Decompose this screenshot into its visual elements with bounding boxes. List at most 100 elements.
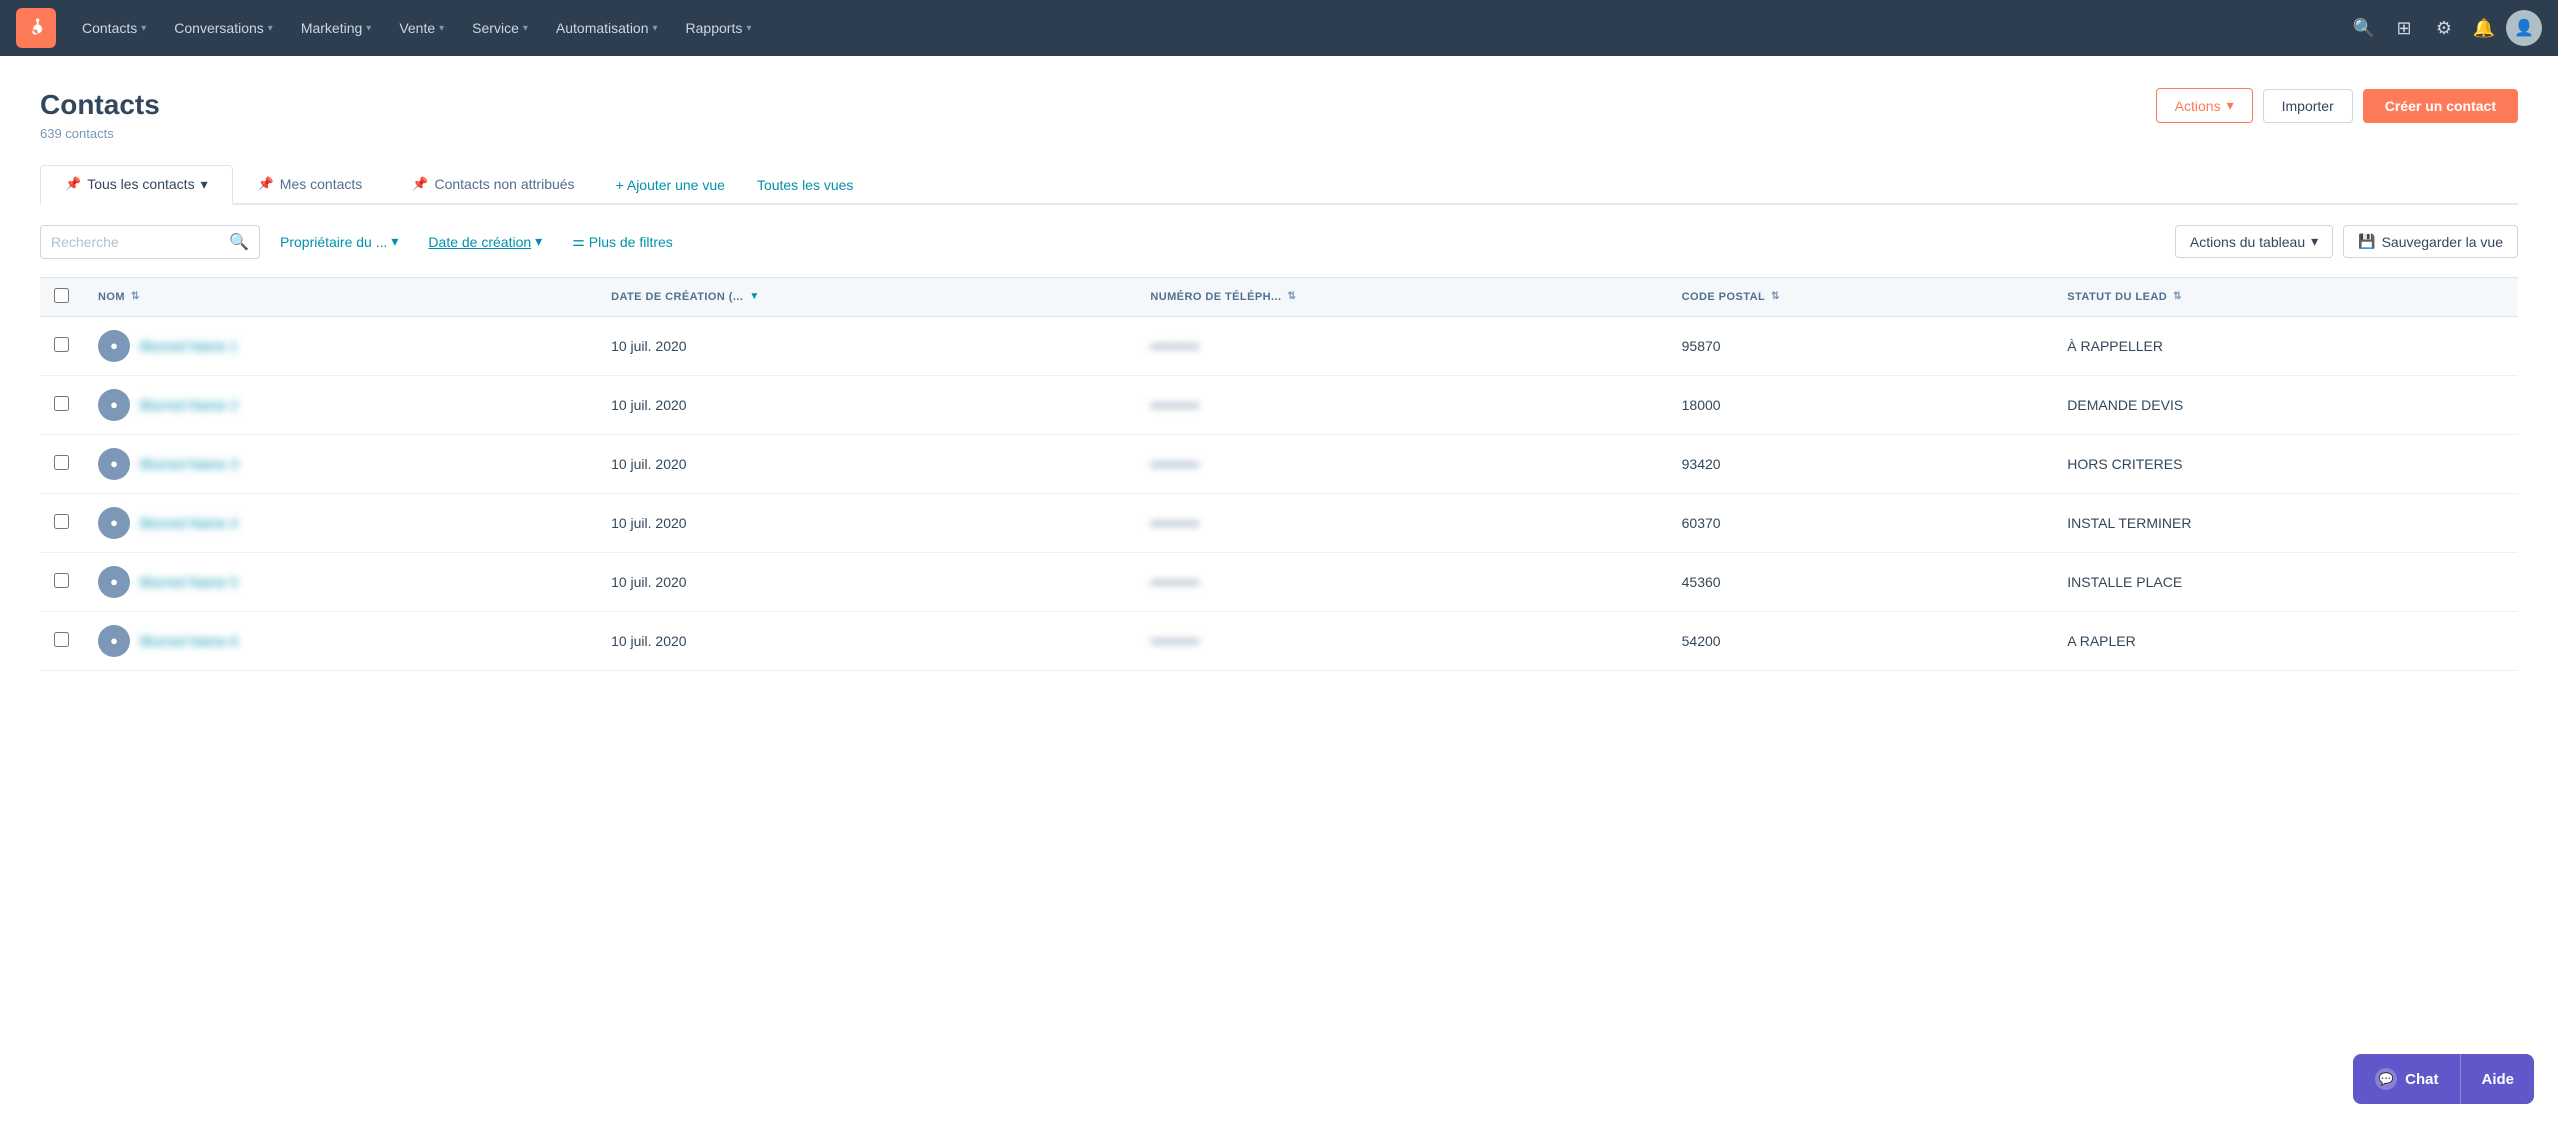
- tab-contacts-non-attribues[interactable]: 📌 Contacts non attribués: [387, 165, 599, 204]
- pin-icon: 📌: [65, 176, 81, 192]
- chevron-down-icon: ▾: [746, 23, 751, 34]
- tab-mes-contacts[interactable]: 📌 Mes contacts: [233, 165, 388, 204]
- page-subtitle: 639 contacts: [40, 126, 160, 141]
- import-button[interactable]: Importer: [2263, 89, 2353, 123]
- row-checkbox-cell: [40, 434, 84, 493]
- col-phone[interactable]: NUMÉRO DE TÉLÉPH... ⇅: [1136, 277, 1667, 316]
- contact-name[interactable]: Blurred Name 4: [140, 515, 238, 531]
- col-nom[interactable]: NOM ⇅: [84, 277, 597, 316]
- contact-name[interactable]: Blurred Name 6: [140, 633, 238, 649]
- col-status[interactable]: STATUT DU LEAD ⇅: [2053, 277, 2518, 316]
- help-button[interactable]: Aide: [2460, 1054, 2534, 1104]
- row-name-cell: ● Blurred Name 5: [84, 552, 597, 611]
- pin-icon: 📌: [258, 176, 274, 192]
- add-view-button[interactable]: + Ajouter une vue: [600, 167, 741, 203]
- row-checkbox-cell: [40, 316, 84, 375]
- col-postal[interactable]: CODE POSTAL ⇅: [1668, 277, 2054, 316]
- row-name-cell: ● Blurred Name 3: [84, 434, 597, 493]
- pin-icon: 📌: [412, 176, 428, 192]
- chevron-down-icon: ▾: [2311, 233, 2318, 250]
- contact-avatar: ●: [98, 507, 130, 539]
- row-postal: 45360: [1668, 552, 2054, 611]
- row-checkbox[interactable]: [54, 632, 69, 647]
- nav-items: Contacts ▾ Conversations ▾ Marketing ▾ V…: [68, 0, 2346, 56]
- tab-tous-les-contacts[interactable]: 📌 Tous les contacts ▾: [40, 165, 233, 205]
- nav-rapports[interactable]: Rapports ▾: [672, 0, 766, 56]
- chat-button[interactable]: 💬 Chat: [2353, 1054, 2460, 1104]
- date-filter[interactable]: Date de création ▾: [418, 227, 552, 256]
- nav-contacts[interactable]: Contacts ▾: [68, 0, 160, 56]
- search-box[interactable]: 🔍: [40, 225, 260, 259]
- notifications-icon[interactable]: 🔔: [2466, 10, 2502, 46]
- hubspot-logo[interactable]: [16, 8, 56, 48]
- table-row: ● Blurred Name 3 10 juil. 2020 •••••••••…: [40, 434, 2518, 493]
- row-name-cell: ● Blurred Name 1: [84, 316, 597, 375]
- table-actions-button[interactable]: Actions du tableau ▾: [2175, 225, 2333, 258]
- settings-icon[interactable]: ⚙: [2426, 10, 2462, 46]
- nav-right: 🔍 ⊞ ⚙ 🔔 👤: [2346, 10, 2542, 46]
- chevron-down-icon: ▾: [2227, 97, 2234, 114]
- row-status: DEMANDE DEVIS: [2053, 375, 2518, 434]
- navbar: Contacts ▾ Conversations ▾ Marketing ▾ V…: [0, 0, 2558, 56]
- row-checkbox[interactable]: [54, 455, 69, 470]
- row-checkbox-cell: [40, 493, 84, 552]
- search-icon: 🔍: [229, 232, 249, 252]
- row-date: 10 juil. 2020: [597, 316, 1136, 375]
- select-all-checkbox[interactable]: [54, 288, 69, 303]
- tabs-bar: 📌 Tous les contacts ▾ 📌 Mes contacts 📌 C…: [40, 165, 2518, 205]
- row-status: À RAPPELLER: [2053, 316, 2518, 375]
- row-status: HORS CRITERES: [2053, 434, 2518, 493]
- save-view-button[interactable]: 💾 Sauvegarder la vue: [2343, 225, 2518, 258]
- row-postal: 60370: [1668, 493, 2054, 552]
- row-date: 10 juil. 2020: [597, 493, 1136, 552]
- chevron-down-icon: ▾: [201, 176, 208, 193]
- nav-automatisation[interactable]: Automatisation ▾: [542, 0, 672, 56]
- all-views-button[interactable]: Toutes les vues: [741, 167, 870, 203]
- row-postal: 54200: [1668, 611, 2054, 670]
- row-date: 10 juil. 2020: [597, 611, 1136, 670]
- create-contact-button[interactable]: Créer un contact: [2363, 89, 2518, 123]
- search-input[interactable]: [51, 234, 223, 250]
- col-date[interactable]: DATE DE CRÉATION (... ▼: [597, 277, 1136, 316]
- contact-name[interactable]: Blurred Name 2: [140, 397, 238, 413]
- table-body: ● Blurred Name 1 10 juil. 2020 •••••••••…: [40, 316, 2518, 670]
- chat-icon: 💬: [2375, 1068, 2397, 1090]
- row-status: INSTALLE PLACE: [2053, 552, 2518, 611]
- actions-button[interactable]: Actions ▾: [2156, 88, 2253, 123]
- avatar[interactable]: 👤: [2506, 10, 2542, 46]
- contact-name[interactable]: Blurred Name 1: [140, 338, 238, 354]
- chevron-down-icon: ▾: [653, 23, 658, 34]
- table-header: NOM ⇅ DATE DE CRÉATION (... ▼ NUMÉRO DE …: [40, 277, 2518, 316]
- row-checkbox[interactable]: [54, 514, 69, 529]
- contact-name[interactable]: Blurred Name 3: [140, 456, 238, 472]
- nav-service[interactable]: Service ▾: [458, 0, 542, 56]
- row-checkbox[interactable]: [54, 396, 69, 411]
- more-filters-button[interactable]: ⚌ Plus de filtres: [562, 227, 683, 256]
- contact-name[interactable]: Blurred Name 5: [140, 574, 238, 590]
- sort-icon: ⇅: [1771, 291, 1780, 302]
- row-phone: ••••••••••: [1136, 316, 1667, 375]
- header-actions: Actions ▾ Importer Créer un contact: [2156, 88, 2518, 123]
- filter-bar: 🔍 Propriétaire du ... ▾ Date de création…: [40, 225, 2518, 259]
- marketplace-icon[interactable]: ⊞: [2386, 10, 2422, 46]
- chevron-down-icon: ▾: [141, 23, 146, 34]
- row-date: 10 juil. 2020: [597, 552, 1136, 611]
- contact-avatar: ●: [98, 625, 130, 657]
- nav-vente[interactable]: Vente ▾: [385, 0, 458, 56]
- table-row: ● Blurred Name 4 10 juil. 2020 •••••••••…: [40, 493, 2518, 552]
- row-postal: 18000: [1668, 375, 2054, 434]
- search-icon[interactable]: 🔍: [2346, 10, 2382, 46]
- row-status: INSTAL TERMINER: [2053, 493, 2518, 552]
- chevron-down-icon: ▾: [366, 23, 371, 34]
- nav-marketing[interactable]: Marketing ▾: [287, 0, 386, 56]
- row-checkbox[interactable]: [54, 573, 69, 588]
- row-checkbox[interactable]: [54, 337, 69, 352]
- nav-conversations[interactable]: Conversations ▾: [160, 0, 287, 56]
- chevron-down-icon: ▾: [268, 23, 273, 34]
- page-title: Contacts: [40, 88, 160, 122]
- owner-filter[interactable]: Propriétaire du ... ▾: [270, 227, 408, 256]
- row-checkbox-cell: [40, 611, 84, 670]
- contact-avatar: ●: [98, 389, 130, 421]
- sort-active-icon: ▼: [749, 291, 759, 302]
- table-row: ● Blurred Name 1 10 juil. 2020 •••••••••…: [40, 316, 2518, 375]
